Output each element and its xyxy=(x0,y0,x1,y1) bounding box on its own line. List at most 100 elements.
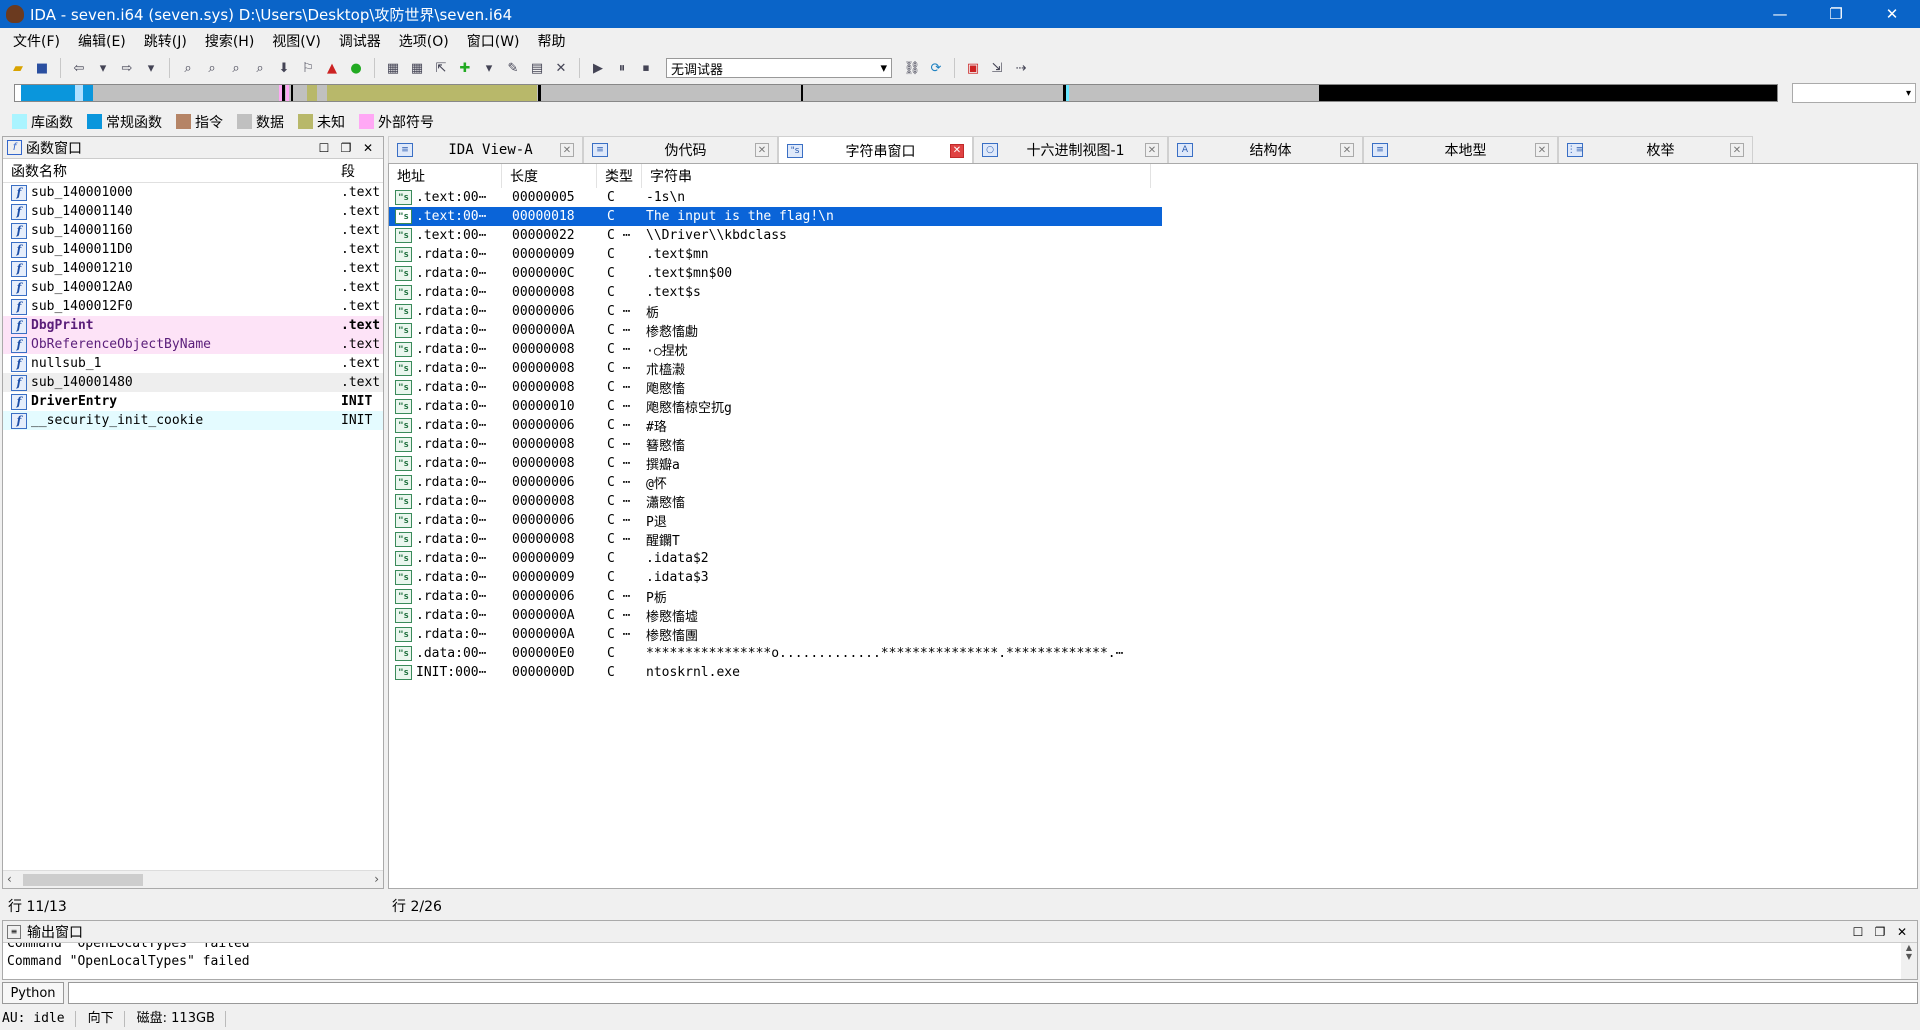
table-row[interactable]: "s .text:00⋯ 00000005 C -1s\n xyxy=(389,188,1162,207)
table-row[interactable]: f sub_140001000 .text xyxy=(3,183,383,202)
maximize-icon[interactable]: ☐ xyxy=(313,141,335,155)
menu-file[interactable]: 文件(F) xyxy=(4,31,69,51)
chart-icon[interactable]: ▤ xyxy=(527,58,547,78)
breakpoint-list-icon[interactable]: ▣ xyxy=(963,58,983,78)
chevron-left-icon[interactable]: ‹ xyxy=(7,872,12,886)
menu-help[interactable]: 帮助 xyxy=(529,31,575,51)
restore-button[interactable]: ❐ xyxy=(1808,0,1864,28)
column-type[interactable]: 类型 xyxy=(597,164,642,188)
table-row[interactable]: "s .text:00⋯ 00000022 C ⋯ \\Driver\\kbdclass xyxy=(389,226,1162,245)
tab-ida-view-a[interactable]: ≡ IDA View-A ✕ xyxy=(388,136,583,163)
table-row[interactable]: f sub_140001480 .text xyxy=(3,373,383,392)
table-row[interactable]: "s .rdata:0⋯ 00000009 C .text$mn xyxy=(389,245,1162,264)
pause-icon[interactable]: ⏸ xyxy=(612,58,632,78)
stop-icon[interactable]: ⏹ xyxy=(636,58,656,78)
table-row[interactable]: f sub_1400011D0 .text xyxy=(3,240,383,259)
table-row[interactable]: f __security_init_cookie INIT xyxy=(3,411,383,430)
table-row[interactable]: "s .rdata:0⋯ 00000006 C ⋯ @怀 xyxy=(389,473,1162,492)
table-row[interactable]: "s .rdata:0⋯ 00000008 C ⋯ 瀟愍慉 xyxy=(389,492,1162,511)
column-segment[interactable]: 段 xyxy=(341,161,381,181)
tab-strings[interactable]: "s 字符串窗口 ✕ xyxy=(778,136,973,164)
menu-windows[interactable]: 窗口(W) xyxy=(458,31,529,51)
play-icon[interactable]: ▶ xyxy=(588,58,608,78)
column-address[interactable]: 地址 xyxy=(389,164,502,188)
segment-icon[interactable]: ▦ xyxy=(383,58,403,78)
close-icon[interactable]: ✕ xyxy=(1891,925,1913,939)
debugger-select[interactable]: 无调试器 ▾ xyxy=(666,58,892,78)
table-row[interactable]: "s .rdata:0⋯ 0000000C C .text$mn$00 xyxy=(389,264,1162,283)
menu-search[interactable]: 搜索(H) xyxy=(196,31,263,51)
table-row[interactable]: f ObReferenceObjectByName .text xyxy=(3,335,383,354)
table-row[interactable]: f sub_1400012F0 .text xyxy=(3,297,383,316)
tab-hex-view[interactable]: ○ 十六进制视图-1 ✕ xyxy=(973,136,1168,163)
delete-icon[interactable]: ✕ xyxy=(551,58,571,78)
table-row[interactable]: "s .rdata:0⋯ 0000000A C ⋯ 椮慦慉勴 xyxy=(389,321,1162,340)
table-row[interactable]: "s .rdata:0⋯ 00000008 C ⋯ ·○捏枕 xyxy=(389,340,1162,359)
forward-icon[interactable]: ⇨ xyxy=(117,58,137,78)
table-row[interactable]: "s .rdata:0⋯ 00000006 C ⋯ #珞 xyxy=(389,416,1162,435)
vertical-scrollbar[interactable]: ▲ ▼ xyxy=(1901,943,1917,979)
close-icon[interactable]: ✕ xyxy=(755,143,769,157)
close-icon[interactable]: ✕ xyxy=(357,141,379,155)
command-input[interactable] xyxy=(68,982,1918,1004)
close-icon[interactable]: ✕ xyxy=(1730,143,1744,157)
table-row[interactable]: "s .rdata:0⋯ 00000009 C .idata$2 xyxy=(389,549,1162,568)
table-row[interactable]: "s .rdata:0⋯ 00000010 C ⋯ 飑愍慉椋空扤g xyxy=(389,397,1162,416)
table-row[interactable]: f sub_1400012A0 .text xyxy=(3,278,383,297)
column-length[interactable]: 长度 xyxy=(502,164,597,188)
cli-language-button[interactable]: Python xyxy=(2,982,64,1004)
refresh-icon[interactable]: ⟳ xyxy=(926,58,946,78)
run-green-icon[interactable]: ● xyxy=(346,58,366,78)
column-function-name[interactable]: 函数名称 xyxy=(3,161,341,181)
tab-enums[interactable]: ⋮≡ 枚举 ✕ xyxy=(1558,136,1753,163)
table-row[interactable]: "s .rdata:0⋯ 0000000A C ⋯ 椮愍慉墟 xyxy=(389,606,1162,625)
nav-band-dropdown[interactable]: ▾ xyxy=(1792,83,1916,103)
chevron-down-icon[interactable]: ▾ xyxy=(479,58,499,78)
save-icon[interactable]: ■ xyxy=(32,58,52,78)
close-icon[interactable]: ✕ xyxy=(1340,143,1354,157)
tab-pseudocode[interactable]: ≡ 伪代码 ✕ xyxy=(583,136,778,163)
search-imm-icon[interactable]: ⌕ xyxy=(226,58,246,78)
table-row[interactable]: "s .data:00⋯ 000000E0 C ****************o...… xyxy=(389,644,1162,663)
table-row[interactable]: "s .rdata:0⋯ 00000008 C ⋯ 朮橀瀫 xyxy=(389,359,1162,378)
table-row[interactable]: "s .rdata:0⋯ 00000008 C .text$s xyxy=(389,283,1162,302)
chevron-right-icon[interactable]: › xyxy=(374,872,379,886)
float-icon[interactable]: ❐ xyxy=(1869,925,1891,939)
close-icon[interactable]: ✕ xyxy=(1145,143,1159,157)
scrollbar-thumb[interactable] xyxy=(23,874,143,886)
graph-icon[interactable]: ▲ xyxy=(322,58,342,78)
down-arrow-icon[interactable]: ⬇ xyxy=(274,58,294,78)
table-row[interactable]: f sub_140001160 .text xyxy=(3,221,383,240)
table-row[interactable]: f sub_140001210 .text xyxy=(3,259,383,278)
search-binary-icon[interactable]: ⌕ xyxy=(202,58,222,78)
minimize-button[interactable]: — xyxy=(1752,0,1808,28)
table-row-selected[interactable]: "s .text:00⋯ 00000018 C The input is the fla… xyxy=(389,207,1162,226)
close-icon[interactable]: ✕ xyxy=(1535,143,1549,157)
table-row[interactable]: "s .rdata:0⋯ 00000006 C ⋯ 栃 xyxy=(389,302,1162,321)
float-icon[interactable]: ❐ xyxy=(335,141,357,155)
table-row[interactable]: f sub_140001140 .text xyxy=(3,202,383,221)
patch-icon[interactable]: ⚐ xyxy=(298,58,318,78)
step-icon[interactable]: ⇲ xyxy=(987,58,1007,78)
close-button[interactable]: ✕ xyxy=(1864,0,1920,28)
tab-local-types[interactable]: ≡ 本地型 ✕ xyxy=(1363,136,1558,163)
menu-edit[interactable]: 编辑(E) xyxy=(69,31,135,51)
menu-options[interactable]: 选项(O) xyxy=(390,31,458,51)
menu-view[interactable]: 视图(V) xyxy=(263,31,330,51)
chevron-down-icon[interactable]: ▾ xyxy=(141,58,161,78)
chevron-down-icon[interactable]: ▾ xyxy=(93,58,113,78)
attach-icon[interactable]: ⛓ xyxy=(902,58,922,78)
table-row[interactable]: "s .rdata:0⋯ 00000009 C .idata$3 xyxy=(389,568,1162,587)
horizontal-scrollbar[interactable]: ‹ › xyxy=(3,870,383,888)
column-string[interactable]: 字符串 xyxy=(642,164,1151,188)
close-icon[interactable]: ✕ xyxy=(560,143,574,157)
menu-debugger[interactable]: 调试器 xyxy=(330,31,390,51)
table-row[interactable]: "s .rdata:0⋯ 00000008 C ⋯ 醒鑭T xyxy=(389,530,1162,549)
table-row[interactable]: f DbgPrint .text xyxy=(3,316,383,335)
menu-jump[interactable]: 跳转(J) xyxy=(135,31,196,51)
table-row[interactable]: "s .rdata:0⋯ 00000008 C ⋯ 飑愍慉 xyxy=(389,378,1162,397)
navigation-band[interactable] xyxy=(14,84,1778,102)
struct-icon[interactable]: ▦ xyxy=(407,58,427,78)
tab-structures[interactable]: A 结构体 ✕ xyxy=(1168,136,1363,163)
table-row[interactable]: f DriverEntry INIT xyxy=(3,392,383,411)
